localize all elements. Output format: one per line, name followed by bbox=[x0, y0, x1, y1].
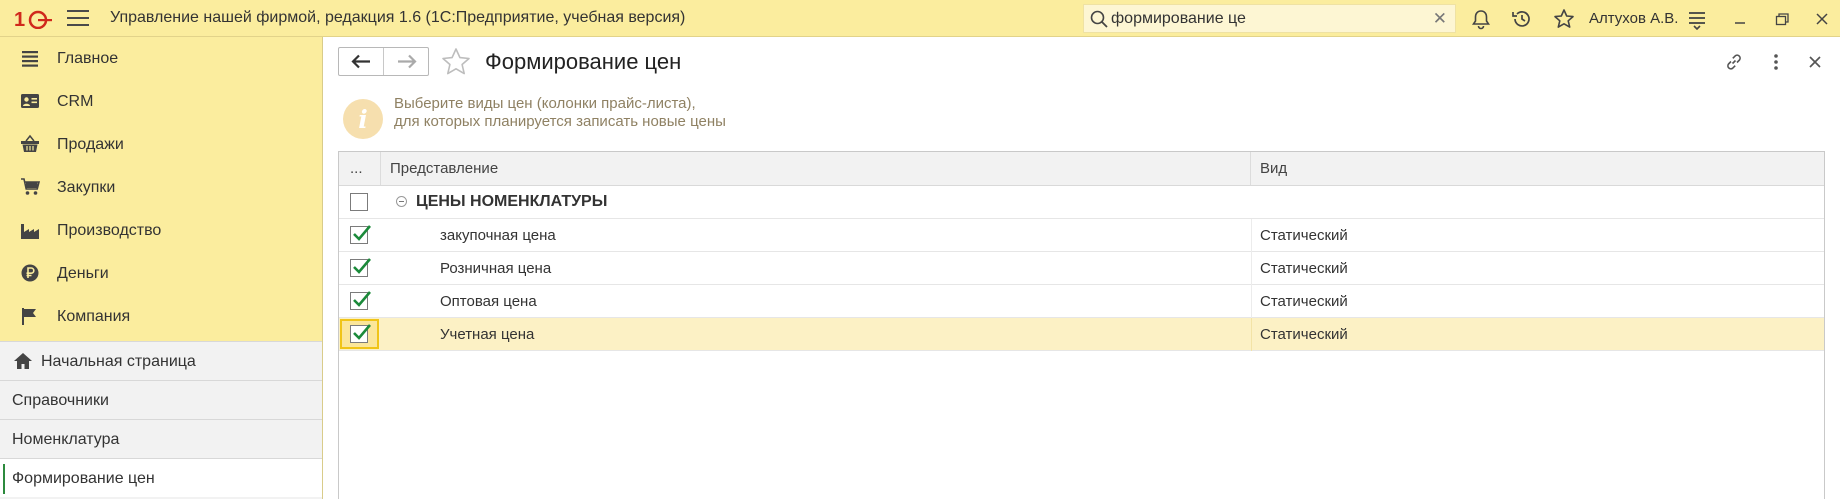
history-icon[interactable] bbox=[1511, 8, 1533, 30]
history-nav bbox=[338, 47, 429, 76]
column-separator bbox=[1251, 219, 1252, 252]
section-production[interactable]: Производство bbox=[0, 209, 322, 252]
flag-icon bbox=[22, 308, 36, 325]
section-crm[interactable]: CRM bbox=[0, 80, 322, 123]
column-header-check[interactable]: ... bbox=[339, 152, 381, 185]
open-window-price-formation[interactable]: Формирование цен bbox=[0, 458, 322, 497]
table-header: ... Представление Вид bbox=[339, 152, 1824, 186]
column-separator bbox=[1251, 318, 1252, 351]
section-purchases[interactable]: Закупки bbox=[0, 166, 322, 209]
section-label: Главное bbox=[57, 50, 119, 67]
current-user[interactable]: Алтухов А.В. bbox=[1589, 10, 1678, 27]
price-type-name: Учетная цена bbox=[440, 326, 535, 343]
checkmark-icon bbox=[353, 291, 371, 307]
row-checkbox[interactable] bbox=[350, 324, 371, 343]
section-sales[interactable]: Продажи bbox=[0, 123, 322, 166]
title-bar: 1 Управление нашей фирмой, редакция 1.6 … bbox=[0, 0, 1840, 37]
form-title: Формирование цен bbox=[485, 49, 682, 74]
open-window-label: Формирование цен bbox=[12, 470, 155, 487]
open-window-nomenclature[interactable]: Номенклатура bbox=[0, 419, 322, 458]
open-window-label: Номенклатура bbox=[12, 431, 120, 448]
table-row[interactable]: закупочная цена Статический bbox=[339, 219, 1824, 252]
svg-text:1: 1 bbox=[14, 9, 25, 29]
more-actions-icon[interactable] bbox=[1766, 52, 1786, 72]
table-row[interactable]: Оптовая цена Статический bbox=[339, 285, 1824, 318]
section-label: CRM bbox=[57, 93, 94, 110]
section-label: Закупки bbox=[57, 179, 116, 196]
minimize-icon[interactable] bbox=[1729, 8, 1751, 30]
search-field[interactable]: формирование це ✕ bbox=[1083, 4, 1456, 33]
section-label: Продажи bbox=[57, 136, 124, 153]
app-title: Управление нашей фирмой, редакция 1.6 (1… bbox=[110, 9, 686, 26]
column-header-kind[interactable]: Вид bbox=[1251, 152, 1824, 185]
open-window-label: Начальная страница bbox=[41, 353, 196, 370]
open-window-home[interactable]: Начальная страница bbox=[0, 341, 322, 380]
price-type-kind: Статический bbox=[1260, 293, 1348, 310]
restore-icon[interactable] bbox=[1771, 8, 1793, 30]
cart-icon bbox=[21, 178, 40, 195]
open-windows-panel: Начальная страница Справочники Номенклат… bbox=[0, 341, 322, 499]
checkmark-icon bbox=[353, 225, 371, 241]
basket-icon bbox=[21, 134, 39, 152]
section-label: Компания bbox=[57, 308, 131, 325]
price-types-table[interactable]: ... Представление Вид ЦЕНЫ НОМЕНКЛАТУРЫ … bbox=[338, 151, 1825, 499]
row-checkbox[interactable] bbox=[350, 291, 371, 310]
info-line: Выберите виды цен (колонки прайс-листа), bbox=[394, 95, 696, 112]
column-separator bbox=[1251, 285, 1252, 318]
section-money[interactable]: Деньги bbox=[0, 252, 322, 295]
open-window-label: Справочники bbox=[12, 392, 109, 409]
close-window-icon[interactable] bbox=[1811, 8, 1833, 30]
info-icon: i bbox=[343, 99, 383, 139]
table-row-selected[interactable]: Учетная цена Статический bbox=[339, 318, 1824, 351]
1c-logo-icon[interactable]: 1 bbox=[14, 9, 54, 29]
add-to-favorites-icon[interactable] bbox=[440, 46, 472, 78]
table-row[interactable]: Розничная цена Статический bbox=[339, 252, 1824, 285]
open-window-catalogs[interactable]: Справочники bbox=[0, 380, 322, 419]
price-type-kind: Статический bbox=[1260, 227, 1348, 244]
price-type-kind: Статический bbox=[1260, 260, 1348, 277]
price-type-name: Розничная цена bbox=[440, 260, 552, 277]
info-line: для которых планируется записать новые ц… bbox=[394, 113, 726, 130]
section-main[interactable]: Главное bbox=[0, 37, 322, 80]
home-icon bbox=[14, 353, 32, 369]
search-input[interactable]: формирование це bbox=[1111, 10, 1246, 28]
row-checkbox[interactable] bbox=[350, 258, 371, 277]
settings-menu-icon[interactable] bbox=[1686, 8, 1708, 30]
main-menu-icon[interactable] bbox=[67, 10, 89, 28]
column-separator bbox=[1251, 252, 1252, 285]
checkmark-icon bbox=[353, 324, 371, 340]
group-checkbox[interactable] bbox=[350, 193, 368, 211]
contact-card-icon bbox=[21, 94, 39, 108]
section-label: Производство bbox=[57, 222, 162, 239]
arrow-left-icon bbox=[351, 54, 370, 69]
forward-button[interactable] bbox=[384, 48, 429, 75]
ruble-coin-icon bbox=[21, 264, 39, 282]
section-company[interactable]: Компания bbox=[0, 295, 322, 338]
sections-panel: Главное CRM Продажи Закупки Производство bbox=[0, 37, 323, 499]
list-icon bbox=[22, 51, 38, 67]
section-label: Деньги bbox=[57, 265, 109, 282]
arrow-right-icon bbox=[398, 54, 417, 69]
price-type-kind: Статический bbox=[1260, 326, 1348, 343]
collapse-group-icon[interactable] bbox=[396, 196, 407, 207]
group-label: ЦЕНЫ НОМЕНКЛАТУРЫ bbox=[416, 193, 608, 210]
price-type-name: закупочная цена bbox=[440, 227, 556, 244]
factory-icon bbox=[21, 224, 39, 239]
link-icon[interactable] bbox=[1724, 52, 1744, 72]
info-text: Выберите виды цен (колонки прайс-листа),… bbox=[394, 95, 726, 131]
back-button[interactable] bbox=[339, 48, 384, 75]
checkmark-icon bbox=[353, 258, 371, 274]
row-checkbox[interactable] bbox=[350, 225, 371, 244]
close-form-icon[interactable] bbox=[1805, 52, 1825, 72]
column-header-presentation[interactable]: Представление bbox=[381, 152, 1251, 185]
clear-search-icon[interactable]: ✕ bbox=[1433, 9, 1447, 29]
search-icon bbox=[1090, 10, 1108, 28]
bell-icon[interactable] bbox=[1470, 8, 1492, 30]
favorites-star-icon[interactable] bbox=[1553, 8, 1575, 30]
form-area: Формирование цен i Выберите виды цен (ко… bbox=[323, 37, 1840, 499]
price-type-name: Оптовая цена bbox=[440, 293, 537, 310]
table-group-row[interactable]: ЦЕНЫ НОМЕНКЛАТУРЫ bbox=[339, 186, 1824, 219]
